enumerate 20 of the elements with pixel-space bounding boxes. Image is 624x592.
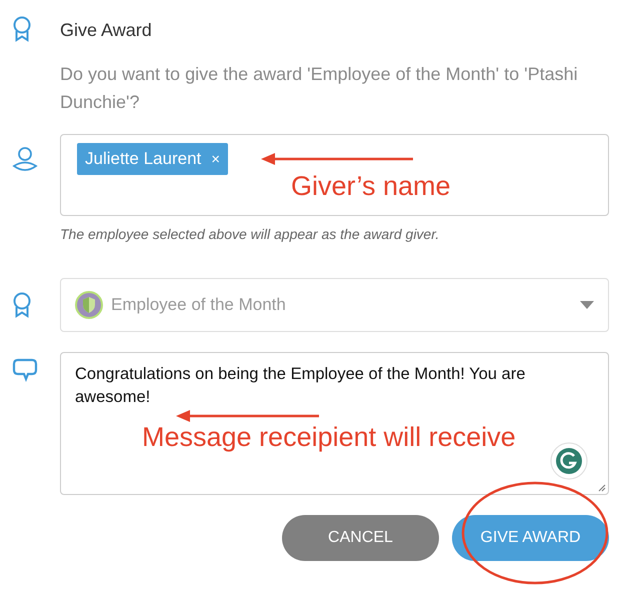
message-text: Congratulations on being the Employee of the Month! You are awesome! [75,364,526,408]
resize-handle-icon[interactable] [598,484,606,492]
award-icon [12,16,32,42]
message-field[interactable]: Congratulations on being the Employee of the Month! You are awesome! Message receipient will receive [60,352,609,495]
caret-icon [580,301,594,309]
dialog-title: Give Award [60,19,153,41]
cancel-button[interactable]: CANCEL [282,515,439,561]
hint-text: The employee selected above will appear as the award giver. [60,226,440,244]
person-icon [12,146,38,172]
giver-field[interactable]: Juliette Laurent × Giver’s name [60,134,609,216]
give-award-button[interactable]: GIVE AWARD [452,515,609,561]
dropdown-value: Employee of the Month [111,295,286,315]
name-tag[interactable]: Juliette Laurent × [77,143,228,175]
question-text: Do you want to give the award 'Employee of the Month' to 'Ptashi Dunchie'? [60,63,579,114]
grammar-assistant-icon[interactable] [550,442,588,480]
badge-icon [75,291,103,319]
annotation-text: Giver’s name [291,171,451,202]
award-icon [12,292,32,318]
speech-bubble-icon [12,358,38,382]
remove-button[interactable]: × [211,150,220,168]
